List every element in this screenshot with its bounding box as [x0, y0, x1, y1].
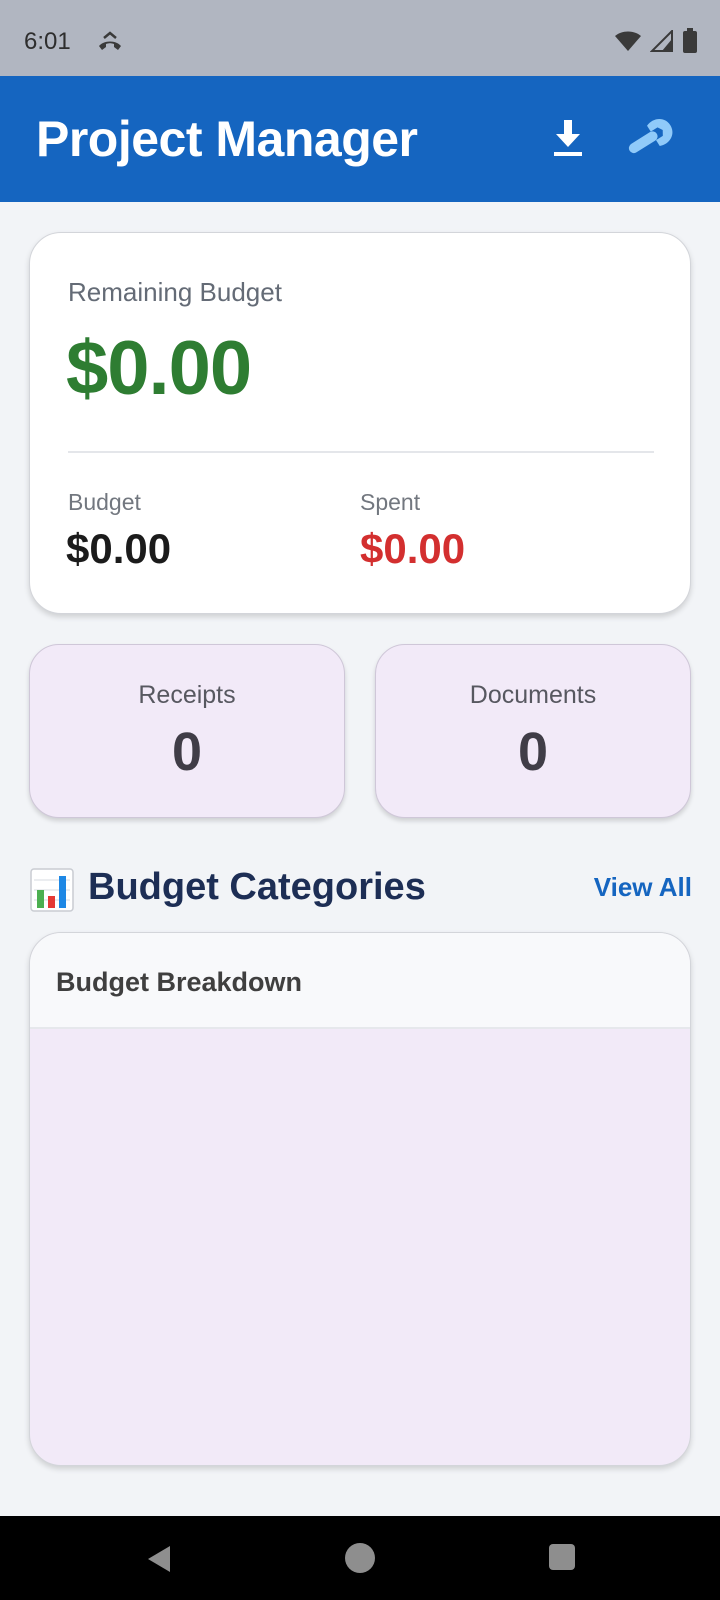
- download-icon: [554, 120, 582, 156]
- documents-tile[interactable]: Documents 0: [375, 644, 691, 818]
- wrench-icon: [628, 119, 673, 154]
- home-icon[interactable]: [345, 1543, 375, 1573]
- breakdown-header: Budget Breakdown: [30, 933, 690, 1029]
- navigation-bar: [0, 1516, 720, 1600]
- documents-label: Documents: [469, 681, 597, 709]
- receipts-label: Receipts: [138, 681, 236, 709]
- app-title: Project Manager: [36, 111, 418, 167]
- app-bar: Project Manager: [0, 76, 720, 202]
- battery-icon: [682, 28, 698, 59]
- budget-value: $0.00: [66, 525, 172, 572]
- budget-breakdown-card: Budget Breakdown: [29, 932, 691, 1466]
- status-bar: 6:01: [0, 0, 720, 76]
- spent-value: $0.00: [360, 525, 466, 572]
- download-button[interactable]: [545, 112, 591, 164]
- wifi-icon: [614, 30, 642, 57]
- documents-count: 0: [517, 722, 549, 782]
- status-icons: [614, 28, 698, 59]
- view-all-link[interactable]: View All: [594, 872, 692, 903]
- breakdown-title: Budget Breakdown: [56, 967, 303, 997]
- remaining-budget-value: $0.00: [66, 326, 252, 411]
- card-divider: [68, 451, 654, 453]
- back-icon[interactable]: [146, 1544, 172, 1574]
- settings-button[interactable]: [620, 110, 680, 166]
- bar-chart-icon: [30, 868, 74, 912]
- receipts-count: 0: [171, 722, 203, 782]
- spent-label: Spent: [360, 489, 421, 515]
- signal-icon: [649, 28, 674, 57]
- recents-icon[interactable]: [549, 1544, 575, 1570]
- missed-call-icon: [96, 30, 124, 59]
- section-title: Budget Categories: [88, 866, 426, 908]
- budget-label: Budget: [68, 489, 141, 515]
- budget-summary-card: Remaining Budget $0.00 Budget $0.00 Spen…: [29, 232, 691, 614]
- status-time: 6:01: [24, 28, 71, 55]
- remaining-budget-label: Remaining Budget: [68, 277, 282, 307]
- receipts-tile[interactable]: Receipts 0: [29, 644, 345, 818]
